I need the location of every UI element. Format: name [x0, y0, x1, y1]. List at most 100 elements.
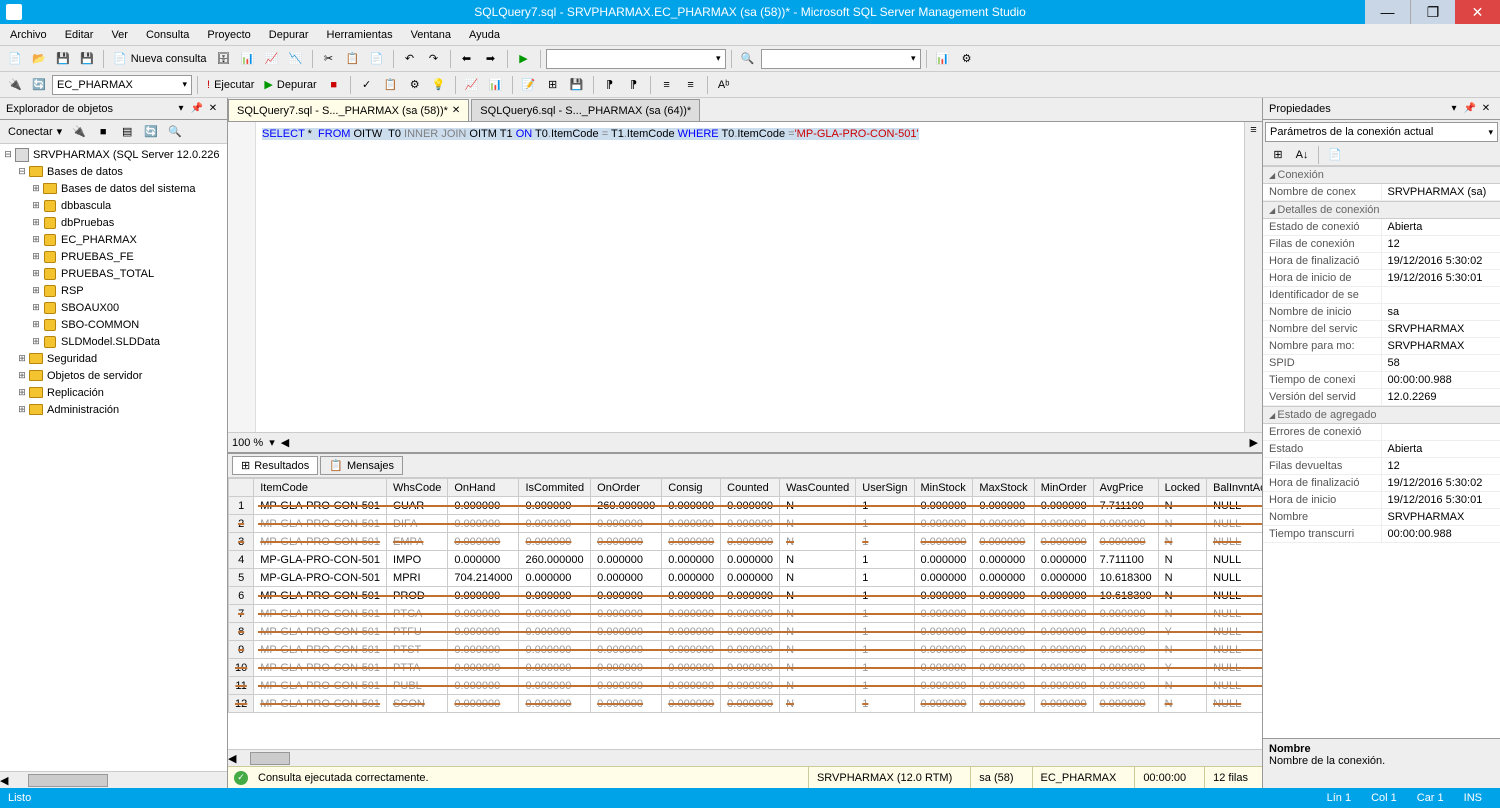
- query-options-icon[interactable]: ⚙: [404, 74, 426, 96]
- prop-row[interactable]: Hora de finalizació19/12/2016 5:30:02: [1263, 475, 1500, 492]
- navigate-fwd-icon[interactable]: ➡: [480, 48, 502, 70]
- database-node[interactable]: ⊞SBO-COMMON: [2, 316, 225, 333]
- cat-detalles[interactable]: Detalles de conexión: [1263, 201, 1500, 219]
- databases-folder[interactable]: Bases de datos: [47, 166, 123, 178]
- stop-icon[interactable]: ■: [92, 121, 114, 143]
- search-obj-icon[interactable]: 🔍: [164, 121, 186, 143]
- col-OnHand[interactable]: OnHand: [448, 479, 519, 497]
- prop-row[interactable]: Hora de finalizació19/12/2016 5:30:02: [1263, 253, 1500, 270]
- sql-editor[interactable]: SELECT * FROM OITW T0 INNER JOIN OITM T1…: [228, 122, 1244, 432]
- prop-row[interactable]: Nombre de iniciosa: [1263, 304, 1500, 321]
- connect-dropdown[interactable]: Conectar ▾: [4, 125, 66, 138]
- results-grid[interactable]: ItemCodeWhsCodeOnHandIsCommitedOnOrderCo…: [228, 478, 1262, 713]
- col-WasCounted[interactable]: WasCounted: [780, 479, 856, 497]
- props-object-combo[interactable]: Parámetros de la conexión actual: [1265, 122, 1498, 142]
- prop-row[interactable]: Estado de conexióAbierta: [1263, 219, 1500, 236]
- server-folder[interactable]: ⊞Replicación: [2, 384, 225, 401]
- object-tree[interactable]: ⊟SRVPHARMAX (SQL Server 12.0.226 ⊟Bases …: [0, 144, 227, 771]
- sql-code[interactable]: SELECT * FROM OITW T0 INNER JOIN OITM T1…: [256, 122, 925, 432]
- prop-row[interactable]: Hora de inicio19/12/2016 5:30:01: [1263, 492, 1500, 509]
- menu-archivo[interactable]: Archivo: [4, 27, 53, 43]
- estimated-plan-icon[interactable]: 📋: [380, 74, 402, 96]
- prop-row[interactable]: Versión del servid12.0.2269: [1263, 389, 1500, 406]
- sysdb-folder[interactable]: Bases de datos del sistema: [61, 183, 196, 195]
- menu-ventana[interactable]: Ventana: [405, 27, 457, 43]
- table-row[interactable]: 12MP-GLA-PRO-CON-501SCON0.0000000.000000…: [229, 695, 1263, 713]
- props-grid[interactable]: Conexión Nombre de conexSRVPHARMAX (sa) …: [1263, 166, 1500, 738]
- change-connection-icon[interactable]: 🔄: [28, 74, 50, 96]
- pin-icon[interactable]: 📌: [1462, 101, 1478, 117]
- table-row[interactable]: 5MP-GLA-PRO-CON-501MPRI704.2140000.00000…: [229, 569, 1263, 587]
- grid-hscroll[interactable]: ◀: [228, 749, 1262, 766]
- cat-conexion[interactable]: Conexión: [1263, 166, 1500, 184]
- database-node[interactable]: ⊞RSP: [2, 282, 225, 299]
- cut-icon[interactable]: ✂: [318, 48, 340, 70]
- server-folder[interactable]: ⊞Seguridad: [2, 350, 225, 367]
- open-icon[interactable]: 📂: [28, 48, 50, 70]
- dropdown-icon[interactable]: ▾: [173, 101, 189, 117]
- db-engine-query-icon[interactable]: 🗄: [213, 48, 235, 70]
- close-panel-icon[interactable]: ✕: [205, 101, 221, 117]
- specify-values-icon[interactable]: Aᵇ: [713, 74, 735, 96]
- results-text-icon[interactable]: 📝: [518, 74, 540, 96]
- prop-row[interactable]: Nombre de conexSRVPHARMAX (sa): [1263, 184, 1500, 201]
- database-node[interactable]: ⊞EC_PHARMAX: [2, 231, 225, 248]
- col-AvgPrice[interactable]: AvgPrice: [1093, 479, 1158, 497]
- server-folder[interactable]: ⊞Objetos de servidor: [2, 367, 225, 384]
- pin-icon[interactable]: 📌: [189, 101, 205, 117]
- include-stats-icon[interactable]: 📊: [485, 74, 507, 96]
- menu-ayuda[interactable]: Ayuda: [463, 27, 506, 43]
- dmx-query-icon[interactable]: 📉: [285, 48, 307, 70]
- new-project-icon[interactable]: 📄: [4, 48, 26, 70]
- prop-row[interactable]: Tiempo de conexi00:00:00.988: [1263, 372, 1500, 389]
- prop-row[interactable]: SPID58: [1263, 355, 1500, 372]
- tab-sqlquery7[interactable]: SQLQuery7.sql - S..._PHARMAX (sa (58))*✕: [228, 99, 469, 121]
- parse-icon[interactable]: ✓: [356, 74, 378, 96]
- menubar[interactable]: Archivo Editar Ver Consulta Proyecto Dep…: [0, 24, 1500, 46]
- prop-row[interactable]: Filas devueltas12: [1263, 458, 1500, 475]
- dropdown-icon[interactable]: ▾: [1446, 101, 1462, 117]
- results-grid-icon[interactable]: ⊞: [542, 74, 564, 96]
- menu-editar[interactable]: Editar: [59, 27, 100, 43]
- col-IsCommited[interactable]: IsCommited: [519, 479, 591, 497]
- zoom-level[interactable]: 100 %: [232, 437, 263, 449]
- cancel-query-icon[interactable]: ■: [323, 74, 345, 96]
- undo-icon[interactable]: ↶: [399, 48, 421, 70]
- analysis-query-icon[interactable]: 📊: [237, 48, 259, 70]
- options-icon[interactable]: ⚙: [956, 48, 978, 70]
- col-Locked[interactable]: Locked: [1158, 479, 1206, 497]
- menu-proyecto[interactable]: Proyecto: [201, 27, 256, 43]
- prop-row[interactable]: Errores de conexió: [1263, 424, 1500, 441]
- disconnect-icon[interactable]: 🔌: [68, 121, 90, 143]
- menu-ver[interactable]: Ver: [105, 27, 134, 43]
- col-WhsCode[interactable]: WhsCode: [387, 479, 448, 497]
- prop-row[interactable]: EstadoAbierta: [1263, 441, 1500, 458]
- col-OnOrder[interactable]: OnOrder: [591, 479, 662, 497]
- database-node[interactable]: ⊞dbPruebas: [2, 214, 225, 231]
- cat-agregado[interactable]: Estado de agregado: [1263, 406, 1500, 424]
- table-row[interactable]: 3MP-GLA-PRO-CON-501EMPA0.0000000.0000000…: [229, 533, 1263, 551]
- prop-row[interactable]: NombreSRVPHARMAX: [1263, 509, 1500, 526]
- server-node[interactable]: SRVPHARMAX (SQL Server 12.0.226: [33, 149, 219, 161]
- results-grid-wrap[interactable]: ItemCodeWhsCodeOnHandIsCommitedOnOrderCo…: [228, 478, 1262, 749]
- database-combo[interactable]: EC_PHARMAX: [52, 75, 192, 95]
- tree-hscroll[interactable]: ◀: [0, 771, 227, 788]
- database-node[interactable]: ⊞dbbascula: [2, 197, 225, 214]
- uncomment-icon[interactable]: ⁋: [623, 74, 645, 96]
- navigate-back-icon[interactable]: ⬅: [456, 48, 478, 70]
- messages-tab[interactable]: 📋 Mensajes: [320, 456, 403, 475]
- categorized-icon[interactable]: ⊞: [1267, 144, 1289, 166]
- col-Consig[interactable]: Consig: [662, 479, 721, 497]
- col-Counted[interactable]: Counted: [721, 479, 780, 497]
- debug-button[interactable]: ▶ Depurar: [260, 78, 320, 91]
- indent-less-icon[interactable]: ≡: [656, 74, 678, 96]
- col-MinStock[interactable]: MinStock: [914, 479, 973, 497]
- redo-icon[interactable]: ↷: [423, 48, 445, 70]
- prop-row[interactable]: Identificador de se: [1263, 287, 1500, 304]
- close-tab-icon[interactable]: ✕: [452, 105, 460, 116]
- intellisense-icon[interactable]: 💡: [428, 74, 450, 96]
- comment-icon[interactable]: ⁋: [599, 74, 621, 96]
- col-MaxStock[interactable]: MaxStock: [973, 479, 1034, 497]
- find-icon[interactable]: 🔍: [737, 48, 759, 70]
- connect-icon[interactable]: 🔌: [4, 74, 26, 96]
